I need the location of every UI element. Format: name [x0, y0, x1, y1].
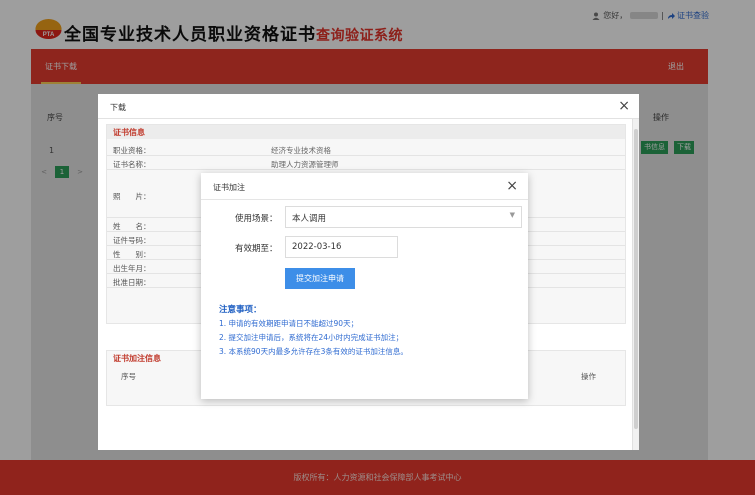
- certificate-info-heading: 证书信息: [107, 125, 625, 139]
- expiry-date-input[interactable]: 2022-03-16: [285, 236, 398, 258]
- expiry-date-value: 2022-03-16: [292, 242, 342, 252]
- usage-scene-select[interactable]: 本人调用 ▼: [285, 206, 522, 228]
- usage-scene-label: 使用场景：: [235, 214, 278, 224]
- divider: [98, 118, 639, 119]
- endorsement-header-actions: 操作: [581, 372, 596, 381]
- download-dialog-scrollbar[interactable]: [632, 119, 639, 450]
- endorsement-dialog-close-icon[interactable]: ×: [506, 178, 518, 194]
- endorsement-dialog: 证书加注 × 使用场景： 本人调用 ▼ 有效期至： 2022-03-16 提交加…: [201, 173, 528, 399]
- chevron-down-icon: ▼: [509, 211, 515, 219]
- divider: [107, 169, 625, 170]
- scrollbar-thumb[interactable]: [634, 129, 638, 429]
- notes-title: 注意事项：: [219, 305, 262, 315]
- expiry-date-label: 有效期至：: [235, 244, 278, 254]
- note-item: 3. 本系统90天内最多允许存在3条有效的证书加注信息。: [219, 347, 408, 356]
- note-item: 1. 申请的有效期距申请日不能超过90天；: [219, 319, 359, 328]
- endorsement-dialog-title: 证书加注: [213, 183, 245, 192]
- note-item: 2. 提交加注申请后，系统将在24小时内完成证书加注；: [219, 333, 404, 342]
- download-dialog-close-icon[interactable]: ×: [618, 98, 630, 114]
- field-label-photo: 照 片：: [113, 192, 151, 201]
- usage-scene-value: 本人调用: [292, 214, 327, 224]
- download-dialog-title: 下载: [110, 103, 126, 112]
- divider: [201, 199, 528, 200]
- submit-endorsement-button[interactable]: 提交加注申请: [285, 268, 355, 289]
- divider: [107, 155, 625, 156]
- endorsement-header-index: 序号: [121, 372, 136, 381]
